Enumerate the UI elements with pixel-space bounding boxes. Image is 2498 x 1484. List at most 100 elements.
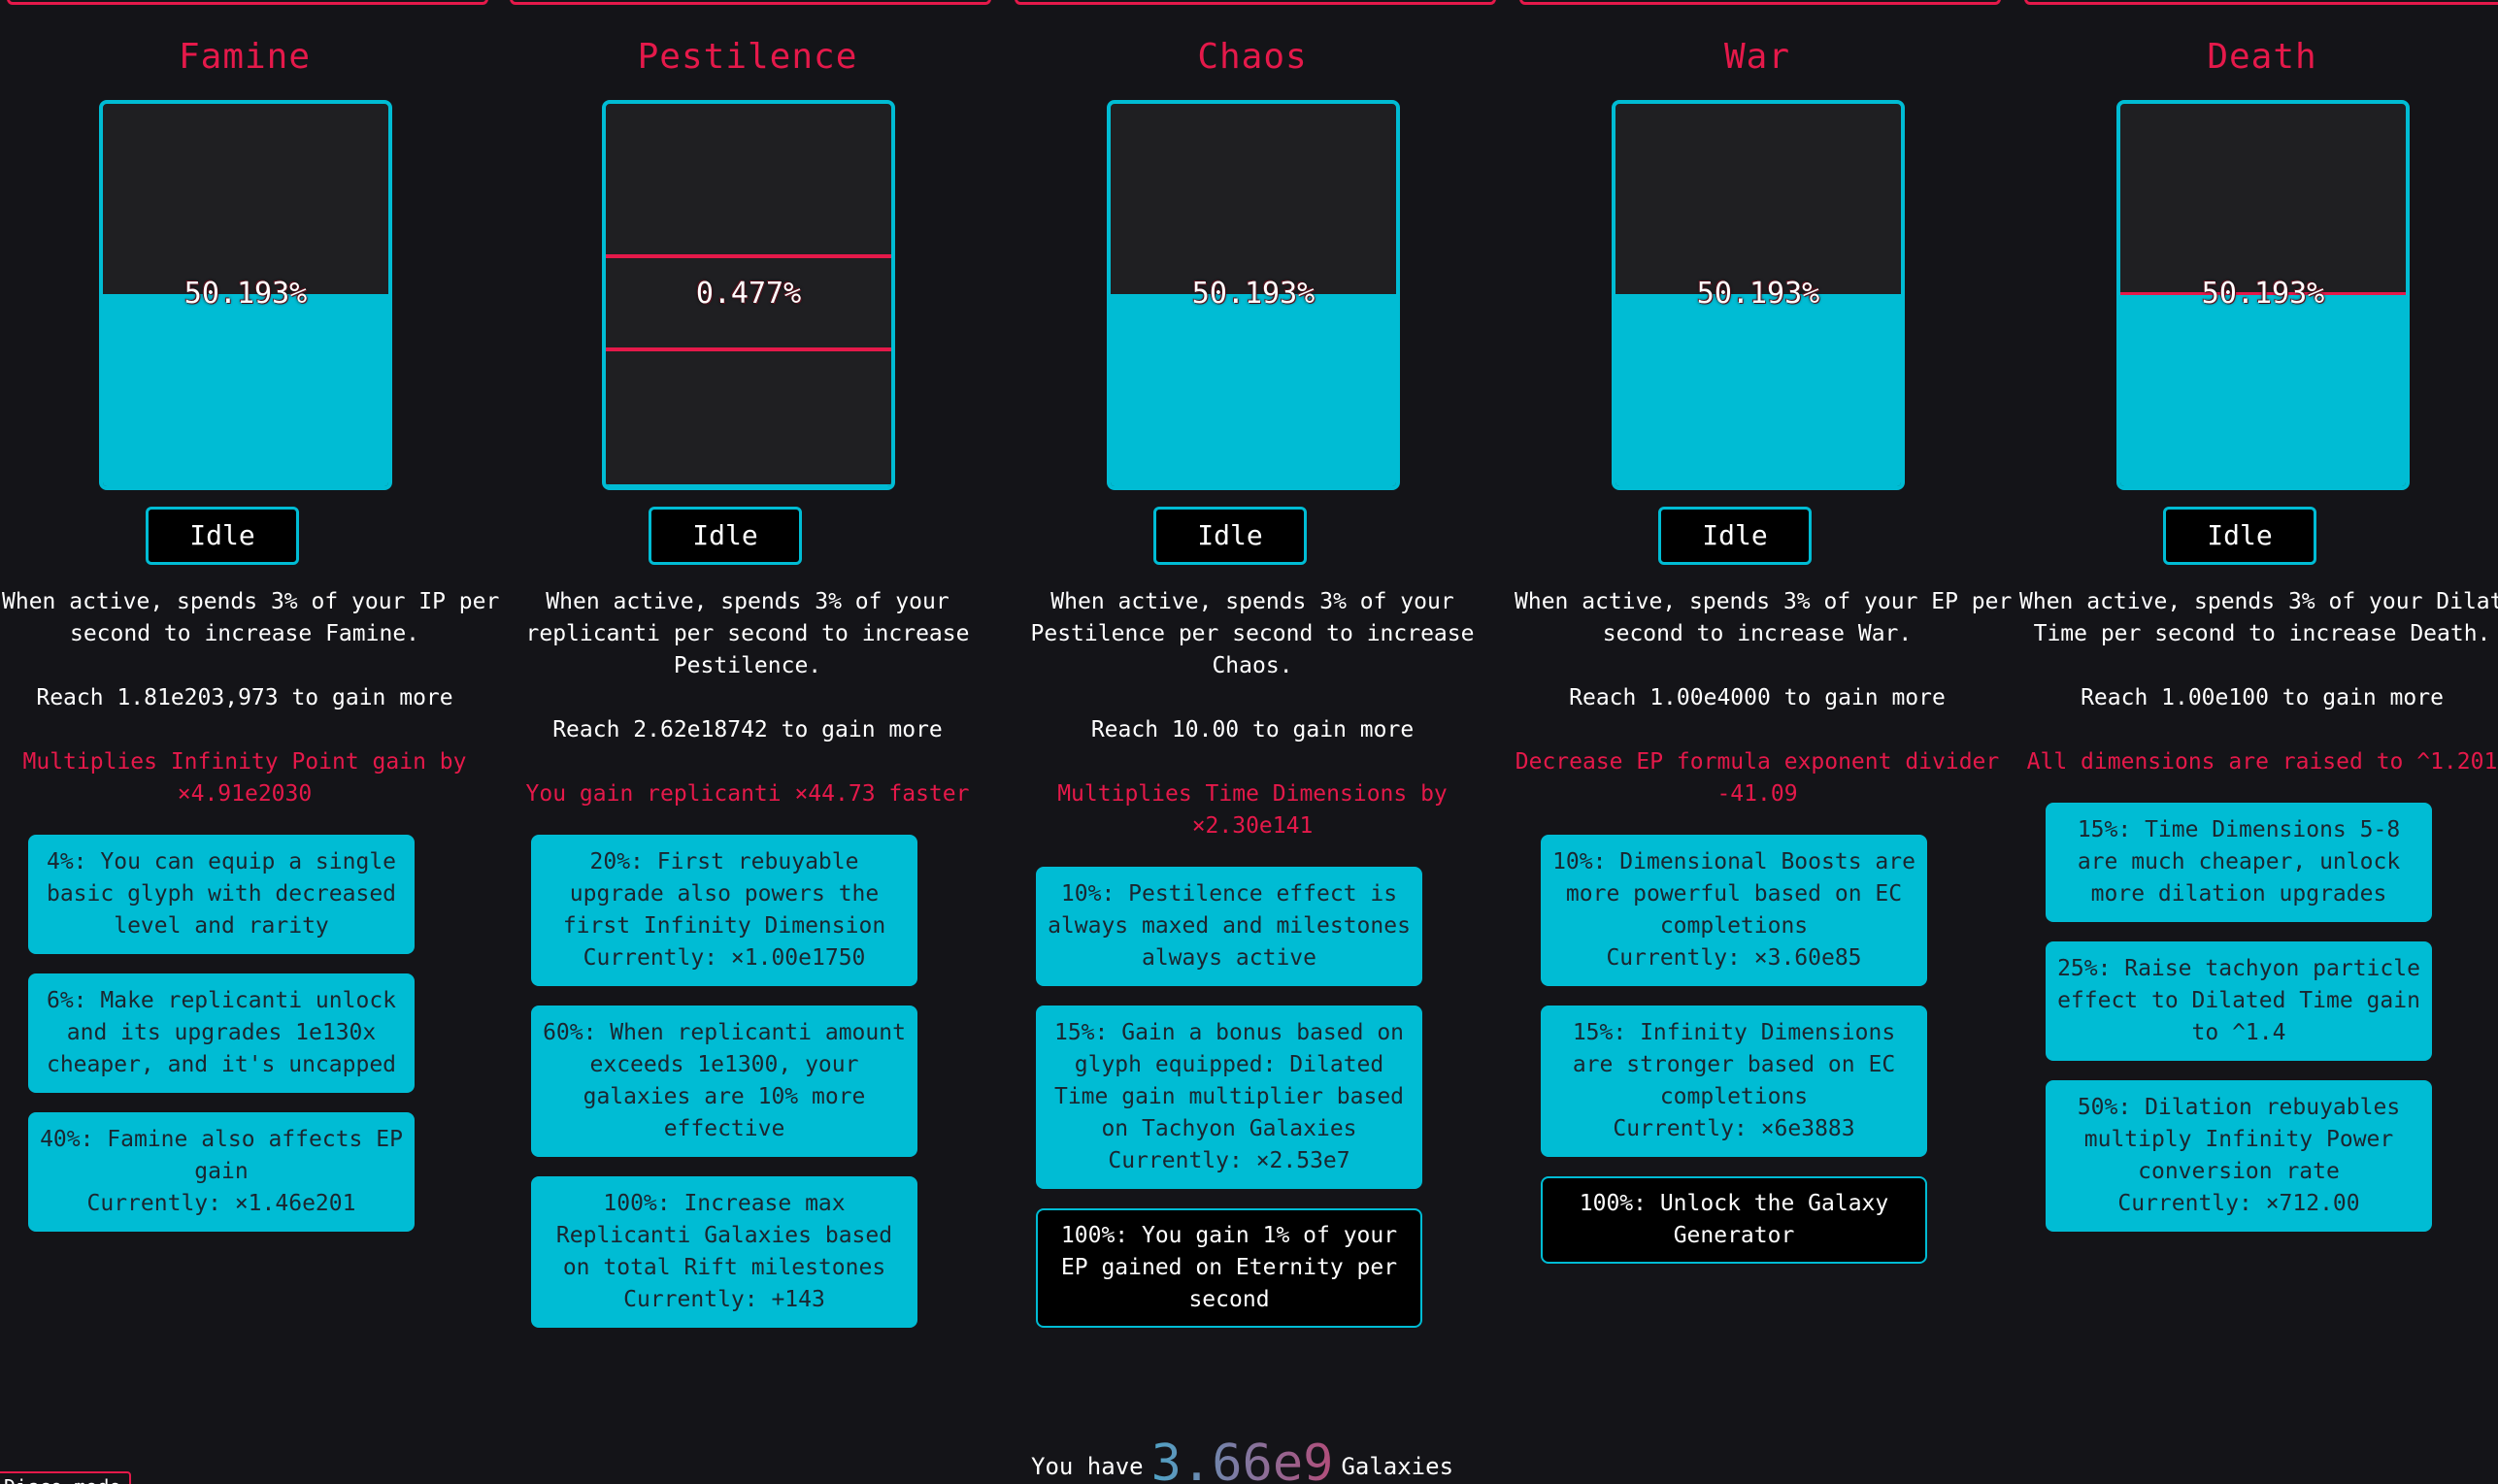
milestone-text-line: on Tachyon Galaxies [1101, 1116, 1357, 1141]
milestone-text-line: Currently: ×3.60e85 [1606, 945, 1862, 971]
rift-reach-requirement: Reach 1.00e100 to gain more [2081, 685, 2444, 710]
rift-description-line: replicanti per second to increase [525, 621, 970, 646]
rift-percentage: 50.193% [1696, 277, 1820, 311]
rift-top-border [510, 0, 991, 5]
rift-description-line: Pestilence. [673, 653, 822, 678]
rift-fill-gauge[interactable]: 50.193% [1612, 100, 1905, 490]
rift-fill-level [606, 484, 891, 486]
rift-milestone: 40%: Famine also affects EP gain Currently… [28, 1112, 415, 1232]
milestone-text-line: more powerful based on EC [1565, 881, 1903, 907]
milestone-text-line: always active [1141, 945, 1316, 971]
milestone-text-line: always maxed and milestones [1048, 913, 1411, 939]
rift-description-line: Chaos. [1212, 653, 1293, 678]
rift-milestone: 15%: Infinity Dimensions are stronger bas… [1541, 1006, 1927, 1157]
rift-reach-requirement: Reach 1.81e203,973 to gain more [36, 685, 453, 710]
rifts-screen: Famine 50.193% Idle When active, spends 3% … [0, 0, 2498, 1484]
milestone-text-line: EP gained on Eternity per [1060, 1255, 1398, 1280]
rift-description: When active, spends 3% of your Dilated Ti… [2019, 586, 2498, 650]
rift-description-line: When active, spends 3% of your Dilated [2019, 589, 2498, 614]
rift-description-line: When active, spends 3% of your [1050, 589, 1454, 614]
rift-fill-gauge[interactable]: 0.477% [602, 100, 895, 490]
rift-effect: Multiplies Infinity Point gain by ×4.91e2… [2, 746, 487, 810]
rift-reach-requirement: Reach 1.00e4000 to gain more [1569, 685, 1946, 710]
rift-effect-line: Multiplies Infinity Point gain by [22, 749, 467, 775]
rift-percentage: 50.193% [183, 277, 308, 311]
milestone-text-line: Currently: ×1.00e1750 [583, 945, 866, 971]
milestone-text-line: and its upgrades 1e130x [66, 1020, 377, 1045]
rift-effect-line: Decrease EP formula exponent divider [1515, 749, 2000, 775]
milestone-text-line: 25%: Raise tachyon particle [2057, 956, 2420, 981]
rift-description-line: When active, spends 3% of your IP per [2, 589, 500, 614]
rift-toggle-button[interactable]: Idle [1658, 507, 1812, 565]
rift-name: War [1723, 37, 1791, 77]
rift-column-pestilence: Pestilence 0.477% Idle When active, spends … [505, 0, 991, 1484]
milestone-text-line: 50%: Dilation rebuyables [2077, 1095, 2401, 1120]
milestone-text-line: cheaper, and it's uncapped [46, 1052, 397, 1077]
rift-description: When active, spends 3% of your EP per sec… [1515, 586, 2013, 650]
rift-description-line: Pestilence per second to increase [1030, 621, 1475, 646]
rift-effect-line: -41.09 [1716, 781, 1798, 807]
rift-description: When active, spends 3% of your IP per sec… [2, 586, 500, 650]
rift-column-chaos: Chaos 50.193% Idle When active, spends 3% o… [1010, 0, 1496, 1484]
rift-name: Pestilence [637, 37, 858, 77]
rift-effect: Multiplies Time Dimensions by ×2.30e141 [1010, 778, 1495, 842]
milestone-text-line: to ^1.4 [2191, 1020, 2286, 1045]
rift-toggle-button[interactable]: Idle [649, 507, 802, 565]
rift-milestone: 25%: Raise tachyon particle effect to Dil… [2046, 941, 2432, 1061]
milestone-text-line: 100%: Increase max [603, 1191, 846, 1216]
rift-milestone: 6%: Make replicanti unlock and its upgrad… [28, 973, 415, 1093]
rift-percentage: 50.193% [2201, 277, 2325, 311]
rift-effect-line: ×4.91e2030 [177, 781, 313, 807]
rift-toggle-button[interactable]: Idle [146, 507, 299, 565]
milestone-text-line: Time gain multiplier based [1053, 1084, 1405, 1109]
rift-top-border [7, 0, 488, 5]
rift-column-war: War 50.193% Idle When active, spends 3% of … [1515, 0, 2013, 1484]
milestone-text-line: 15%: Time Dimensions 5-8 [2077, 817, 2401, 842]
rift-effect-line: Multiplies Time Dimensions by [1057, 781, 1448, 807]
rift-description-line: Time per second to increase Death. [2033, 621, 2491, 646]
rift-description-line: When active, spends 3% of your EP per [1515, 589, 2013, 614]
milestone-text-line: 20%: First rebuyable [589, 849, 859, 874]
rift-fill-gauge[interactable]: 50.193% [2116, 100, 2410, 490]
rift-milestone: 10%: Dimensional Boosts are more powerful… [1541, 835, 1927, 986]
rift-column-famine: Famine 50.193% Idle When active, spends 3% … [2, 0, 500, 1484]
milestone-text-line: 100%: You gain 1% of your [1060, 1223, 1398, 1248]
rift-top-border [1015, 0, 1496, 5]
rift-reach-requirement: Reach 10.00 to gain more [1090, 717, 1415, 742]
rift-fill-gauge[interactable]: 50.193% [1107, 100, 1400, 490]
milestone-text-line: Currently: ×1.46e201 [86, 1191, 356, 1216]
rift-toggle-button[interactable]: Idle [1153, 507, 1307, 565]
rift-name: Death [2207, 37, 2317, 77]
milestone-text-line: more dilation upgrades [2090, 881, 2387, 907]
milestone-text-line: exceeds 1e1300, your [589, 1052, 859, 1077]
galaxy-count-prefix: You have [1031, 1453, 1144, 1480]
milestone-text-line: 6%: Make replicanti unlock [46, 988, 397, 1013]
milestone-marker-line [606, 347, 891, 351]
rift-fill-level [2120, 294, 2406, 486]
milestone-text-line: Generator [1673, 1223, 1795, 1248]
rift-description: When active, spends 3% of your replicanti… [505, 586, 990, 682]
milestone-text-line: effect to Dilated Time gain [2057, 988, 2420, 1013]
rift-effect-line: All dimensions are raised to ^1.201 [2026, 749, 2498, 775]
rift-milestone: 4%: You can equip a single basic glyph wi… [28, 835, 415, 954]
milestone-text-line: Currently: +143 [623, 1287, 825, 1312]
rift-milestone: 15%: Gain a bonus based on glyph equipped… [1036, 1006, 1422, 1189]
rift-fill-level [1111, 294, 1396, 486]
milestone-text-line: glyph equipped: Dilated [1074, 1052, 1384, 1077]
galaxy-count-suffix: Galaxies [1341, 1453, 1454, 1480]
rift-milestone: 100%: Increase max Replicanti Galaxies ba… [531, 1176, 917, 1328]
milestone-text-line: 10%: Dimensional Boosts are [1552, 849, 1915, 874]
disco-mode-button[interactable]: Disco mode [0, 1471, 131, 1484]
milestone-text-line: basic glyph with decreased [46, 881, 397, 907]
rift-description-line: second to increase War. [1602, 621, 1913, 646]
rift-milestone: 100%: You gain 1% of your EP gained on Et… [1036, 1208, 1422, 1328]
rift-top-border [2024, 0, 2498, 5]
rift-fill-gauge[interactable]: 50.193% [99, 100, 392, 490]
milestone-marker-line [606, 254, 891, 258]
milestone-text-line: effective [663, 1116, 785, 1141]
rift-toggle-button[interactable]: Idle [2163, 507, 2316, 565]
rift-column-death: Death 50.193% Idle When active, spends 3% o… [2019, 0, 2498, 1484]
rift-milestone: 60%: When replicanti amount exceeds 1e130… [531, 1006, 917, 1157]
rift-effect: All dimensions are raised to ^1.201 [2019, 746, 2498, 778]
milestone-text-line: galaxies are 10% more [583, 1084, 866, 1109]
